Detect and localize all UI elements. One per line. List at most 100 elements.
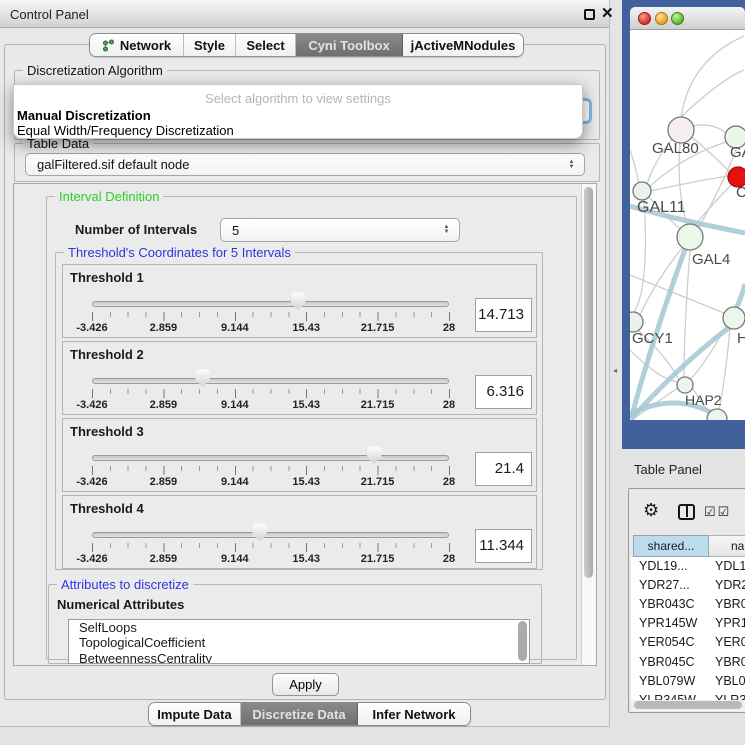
combo-spinner-icon: ▲▼: [440, 225, 453, 235]
tick-label: 28: [443, 399, 455, 411]
tab-label: jActiveMNodules: [411, 38, 516, 53]
close-window-icon[interactable]: ✕: [601, 4, 614, 22]
tab-cyni-toolbox[interactable]: Cyni Toolbox: [296, 34, 403, 56]
checkbox-icons[interactable]: ☑☑: [704, 504, 731, 520]
cell-shared-name: YDR27...: [639, 576, 690, 595]
attribute-list-item[interactable]: BetweennessCentrality: [69, 651, 529, 664]
tab-discretize-data[interactable]: Discretize Data: [241, 703, 358, 725]
algorithm-dropdown-popup: Select algorithm to view settings Manual…: [13, 84, 583, 139]
slider-track[interactable]: [92, 455, 449, 461]
tab-impute-data[interactable]: Impute Data: [149, 703, 241, 725]
table-row[interactable]: YLR345WYLR3: [631, 691, 745, 700]
cell-name: YBL0: [715, 672, 745, 691]
zoom-traffic-light-icon[interactable]: [671, 12, 684, 25]
tab-jactivemnodules[interactable]: jActiveMNodules: [403, 34, 523, 56]
attribute-list-item[interactable]: SelfLoops: [69, 620, 529, 635]
attributes-scrollbar-thumb[interactable]: [518, 621, 527, 661]
table-row[interactable]: YDR27...YDR2: [631, 576, 745, 595]
table-data-group: Table Data galFiltered.sif default node …: [14, 143, 600, 182]
tab-label: Select: [246, 38, 284, 53]
close-traffic-light-icon[interactable]: [638, 12, 651, 25]
thresholds-group-title: Threshold's Coordinates for 5 Intervals: [64, 245, 295, 260]
split-view-icon[interactable]: [678, 504, 695, 520]
minimize-traffic-light-icon[interactable]: [655, 12, 668, 25]
tab-network[interactable]: Network: [90, 34, 184, 56]
algorithm-item-manual[interactable]: Manual Discretization: [16, 108, 576, 123]
threshold-label: Threshold 3: [70, 424, 144, 439]
tick-label: 9.144: [221, 322, 249, 334]
network-window-titlebar: [630, 7, 745, 30]
cell-name: YPR1: [715, 614, 745, 633]
column-header-name[interactable]: na: [709, 535, 745, 557]
discretization-algorithm-title: Discretization Algorithm: [23, 63, 167, 78]
threshold-value-field[interactable]: 21.4: [475, 452, 532, 486]
threshold-row: Threshold 2-3.4262.8599.14415.4321.71528…: [62, 341, 537, 415]
table-row[interactable]: YDL19...YDL1: [631, 557, 745, 576]
table-row[interactable]: YER054CYER0: [631, 633, 745, 652]
slider-track[interactable]: [92, 378, 449, 384]
table-row[interactable]: YBR045CYBR0: [631, 653, 745, 672]
slider-thumb[interactable]: [291, 292, 306, 310]
apply-button[interactable]: Apply: [272, 673, 339, 696]
tick-label: -3.426: [76, 476, 107, 488]
algorithm-placeholder-item[interactable]: Select algorithm to view settings: [14, 91, 582, 106]
column-header-shared-name[interactable]: shared...: [633, 535, 709, 557]
node-label: GCY1: [632, 330, 673, 347]
table-panel-title: Table Panel: [634, 462, 702, 477]
tab-infer-network[interactable]: Infer Network: [358, 703, 470, 725]
table-row[interactable]: YBL079WYBL0: [631, 672, 745, 691]
numerical-attributes-list[interactable]: SelfLoopsTopologicalCoefficientBetweenne…: [68, 619, 530, 664]
slider-ticks: [92, 466, 450, 475]
table-rows[interactable]: YDL19...YDL1YDR27...YDR2YBR043CYBR0YPR14…: [631, 557, 745, 700]
network-canvas[interactable]: GAL80GACGAL11GAL4GCY1HHAP2: [630, 30, 745, 420]
threshold-row: Threshold 4-3.4262.8599.14415.4321.71528…: [62, 495, 537, 569]
split-pane-collapse-icon[interactable]: ◂: [613, 366, 617, 375]
node-label: C: [736, 184, 745, 201]
combo-spinner-icon: ▲▼: [565, 160, 578, 170]
table-row[interactable]: YBR043CYBR0: [631, 595, 745, 614]
node-label: GAL80: [652, 140, 699, 157]
tab-label: Impute Data: [157, 707, 231, 722]
tick-label: 28: [443, 322, 455, 334]
cell-name: YER0: [715, 633, 745, 652]
numerical-attributes-label: Numerical Attributes: [57, 597, 184, 612]
bottom-tab-bar: Impute Data Discretize DataInfer Network: [148, 702, 471, 726]
number-of-intervals-combo[interactable]: 5 ▲▼: [220, 218, 460, 242]
slider-track[interactable]: [92, 532, 449, 538]
slider-thumb[interactable]: [195, 369, 210, 387]
tick-label: 28: [443, 476, 455, 488]
slider-thumb[interactable]: [252, 523, 267, 541]
slider-track[interactable]: [92, 301, 449, 307]
tick-label: 15.43: [292, 553, 320, 565]
threshold-value-field[interactable]: 11.344: [475, 529, 532, 563]
tab-label: Style: [194, 38, 225, 53]
slider-thumb[interactable]: [367, 446, 382, 464]
threshold-value-field[interactable]: 14.713: [475, 298, 532, 332]
slider-ticks: [92, 389, 450, 398]
top-tab-bar: Network Style Select Cyni Toolbox jActiveMNo…: [89, 33, 524, 57]
tick-label: 9.144: [221, 399, 249, 411]
node-label: GAL11: [637, 199, 686, 216]
tick-label: 2.859: [150, 553, 178, 565]
cell-name: YBR0: [715, 595, 745, 614]
gear-icon[interactable]: ⚙: [643, 500, 659, 521]
node-label: H: [737, 330, 745, 347]
tick-label: 21.715: [361, 322, 395, 334]
network-view-window: GAL80GACGAL11GAL4GCY1HHAP2: [630, 7, 745, 420]
horizontal-scrollbar-thumb[interactable]: [634, 701, 742, 709]
vertical-scrollbar-thumb[interactable]: [584, 187, 593, 578]
tick-label: 2.859: [150, 322, 178, 334]
tab-select[interactable]: Select: [236, 34, 296, 56]
table-row[interactable]: YPR145WYPR1: [631, 614, 745, 633]
tick-label: 9.144: [221, 553, 249, 565]
table-data-combo[interactable]: galFiltered.sif default node ▲▼: [25, 153, 585, 176]
cell-name: YLR3: [715, 691, 745, 700]
network-graph: GAL80GACGAL11GAL4GCY1HHAP2: [630, 30, 745, 420]
tick-label: 15.43: [292, 399, 320, 411]
attribute-list-item[interactable]: TopologicalCoefficient: [69, 635, 529, 650]
tab-style[interactable]: Style: [184, 34, 236, 56]
number-of-intervals-label: Number of Intervals: [75, 222, 197, 237]
algorithm-item-equal-width[interactable]: Equal Width/Frequency Discretization: [16, 123, 576, 138]
threshold-value-field[interactable]: 6.316: [475, 375, 532, 409]
restore-window-icon[interactable]: [584, 9, 595, 20]
